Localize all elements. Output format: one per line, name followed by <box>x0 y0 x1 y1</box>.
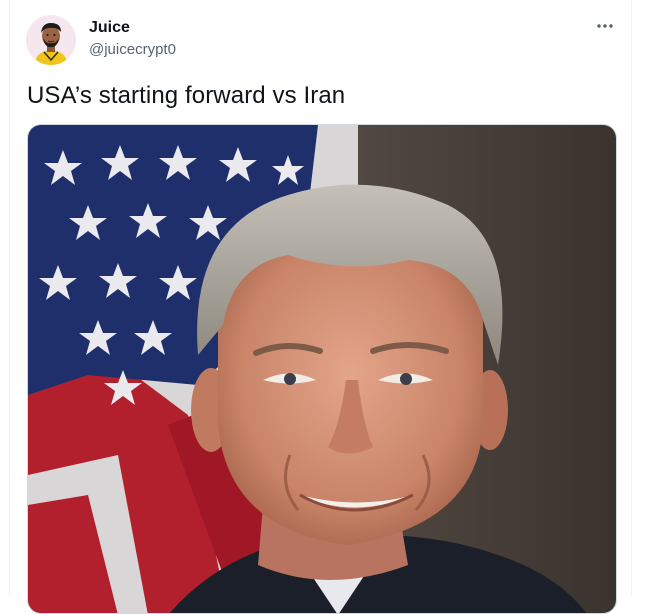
tweet-media[interactable] <box>27 124 617 614</box>
author-handle[interactable]: @juicecrypt0 <box>89 41 176 58</box>
author-name[interactable]: Juice <box>89 19 130 37</box>
portrait-photo-icon <box>28 125 616 613</box>
tweet-text: USA’s starting forward vs Iran <box>27 82 346 109</box>
more-horizontal-icon <box>597 24 613 28</box>
author-avatar[interactable] <box>26 15 76 65</box>
tweet-card: Juice @juicecrypt0 USA’s starting forwar… <box>9 0 632 614</box>
cartoon-avatar-icon <box>26 15 76 65</box>
more-options-button[interactable] <box>593 14 617 38</box>
